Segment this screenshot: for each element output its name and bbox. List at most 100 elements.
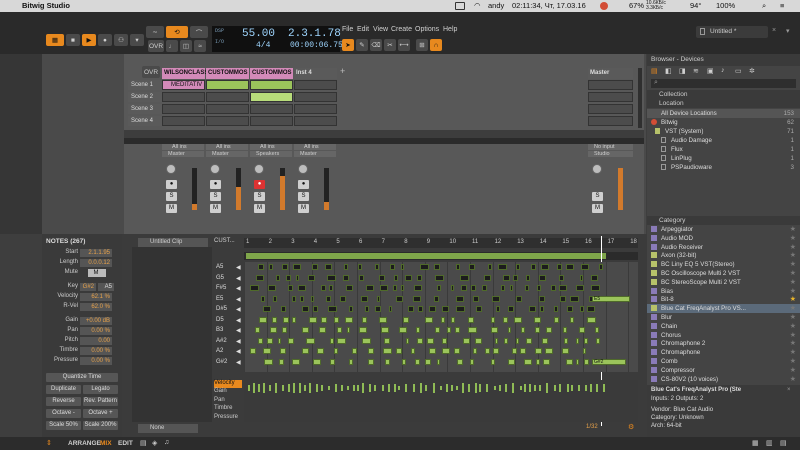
clip-slot[interactable] [250, 92, 293, 102]
location-item[interactable]: Audio Damage 1 [647, 136, 800, 145]
input-select-3[interactable]: All ins [250, 144, 292, 150]
note[interactable] [591, 285, 600, 291]
device-list-item[interactable]: BC Liny EQ 5 VST(Stereo) ★ [647, 260, 800, 269]
mute-button[interactable]: M [254, 204, 265, 213]
velocity-bar[interactable] [352, 385, 355, 391]
input-select-1[interactable]: All ins [162, 144, 204, 150]
note[interactable] [362, 316, 367, 323]
note[interactable] [556, 264, 562, 270]
note[interactable] [275, 274, 280, 281]
note[interactable] [420, 264, 430, 270]
screen-icon[interactable] [455, 2, 465, 10]
favorite-star-icon[interactable]: ★ [790, 366, 796, 374]
note[interactable] [493, 348, 499, 354]
clip-slot[interactable] [294, 116, 337, 126]
note[interactable] [468, 264, 476, 270]
note[interactable] [384, 337, 391, 344]
velocity-bar[interactable] [309, 383, 312, 393]
note[interactable] [282, 264, 289, 270]
studio-io-icon[interactable]: ▦ [752, 439, 759, 447]
note[interactable] [525, 274, 531, 281]
note[interactable] [542, 337, 549, 344]
velocity-bar[interactable] [381, 385, 384, 391]
key-audition-icon[interactable]: ◀ [236, 296, 241, 303]
output-select-4[interactable]: Master [294, 151, 336, 157]
device-list-item[interactable]: Bit-8 ★ [647, 295, 800, 304]
record-icon[interactable] [600, 2, 608, 10]
note[interactable] [446, 327, 451, 333]
note[interactable] [339, 295, 346, 302]
velocity-bar[interactable] [393, 383, 396, 393]
edit-tab[interactable]: EDIT [118, 440, 133, 447]
velocity-bar[interactable] [304, 385, 307, 391]
note[interactable] [268, 264, 274, 270]
note[interactable] [538, 295, 546, 302]
note[interactable] [292, 264, 301, 270]
velocity-bar[interactable] [450, 385, 453, 391]
play-button[interactable]: ▶ [82, 34, 96, 46]
note[interactable] [283, 316, 289, 323]
note[interactable] [564, 337, 568, 344]
timeline-ruler[interactable]: 1 2 3 4 5 6 7 8 9 10 11 12 13 14 15 16 17 18 [244, 238, 638, 248]
note[interactable] [256, 274, 264, 281]
note[interactable] [503, 316, 509, 323]
note[interactable] [525, 337, 532, 344]
note[interactable] [361, 295, 368, 302]
location-item[interactable]: All Device Locations 153 [647, 109, 800, 118]
velocity-bar[interactable] [281, 384, 284, 392]
arrange-tab[interactable]: ARRANGE [68, 440, 101, 447]
note[interactable] [291, 358, 301, 365]
note[interactable] [378, 316, 387, 323]
collection-header[interactable]: Collection [647, 90, 800, 99]
note[interactable]: E5 [592, 295, 630, 302]
note[interactable] [424, 316, 433, 323]
scene-3[interactable]: Scene 3 [128, 104, 162, 114]
clip-slot[interactable] [162, 116, 205, 126]
pan-knob[interactable] [254, 164, 264, 174]
note[interactable] [578, 327, 586, 333]
note[interactable] [380, 327, 390, 333]
note[interactable] [598, 264, 603, 270]
output-select-3[interactable]: Speakers [250, 151, 292, 157]
input-select-2[interactable]: All ins [206, 144, 248, 150]
launcher-scrollbar[interactable] [638, 68, 642, 128]
note[interactable] [400, 264, 405, 270]
note[interactable] [268, 285, 277, 291]
note[interactable] [497, 264, 507, 270]
close-detail-icon[interactable]: × [787, 387, 791, 393]
device-list-item[interactable]: Arpeggiator ★ [647, 225, 800, 234]
note[interactable] [515, 337, 520, 344]
note[interactable] [313, 358, 322, 365]
device-list-item[interactable]: Audio Receiver ★ [647, 243, 800, 252]
location-item[interactable]: LinPlug 1 [647, 154, 800, 163]
ovr-button[interactable]: OVR [148, 40, 164, 52]
scene-1[interactable]: Scene 1 [128, 80, 162, 90]
note[interactable] [435, 274, 444, 281]
search-icon[interactable]: ⌕ [762, 1, 766, 11]
note[interactable] [467, 316, 475, 323]
note[interactable] [474, 337, 483, 344]
category-header[interactable]: Category [647, 216, 800, 225]
key-audition-icon[interactable]: ◀ [236, 275, 241, 282]
velocity-bar[interactable] [328, 385, 331, 391]
note[interactable] [309, 316, 318, 323]
samples-icon[interactable]: ≋ [693, 67, 699, 75]
note[interactable] [490, 316, 496, 323]
note[interactable] [393, 285, 397, 291]
location-item[interactable]: Flux 1 [647, 145, 800, 154]
velocity-bar[interactable] [498, 384, 501, 392]
note[interactable] [530, 264, 536, 270]
pen-tool-icon[interactable]: ✎ [356, 39, 368, 51]
favorite-star-icon[interactable]: ★ [790, 331, 796, 339]
master-clip-slot[interactable] [588, 104, 633, 114]
velocity-bar[interactable] [432, 383, 435, 393]
note[interactable] [333, 316, 339, 323]
note[interactable] [249, 285, 259, 291]
device-list-item[interactable]: Comb ★ [647, 357, 800, 366]
note[interactable] [385, 358, 391, 365]
reverse-pattern-button[interactable]: Rev. Pattern [83, 397, 118, 406]
velocity-bar[interactable] [248, 385, 250, 391]
master-clip-slot[interactable] [588, 92, 633, 102]
layout-button[interactable]: ▦ [46, 34, 64, 46]
curve-icon[interactable]: ∼ [146, 26, 164, 38]
